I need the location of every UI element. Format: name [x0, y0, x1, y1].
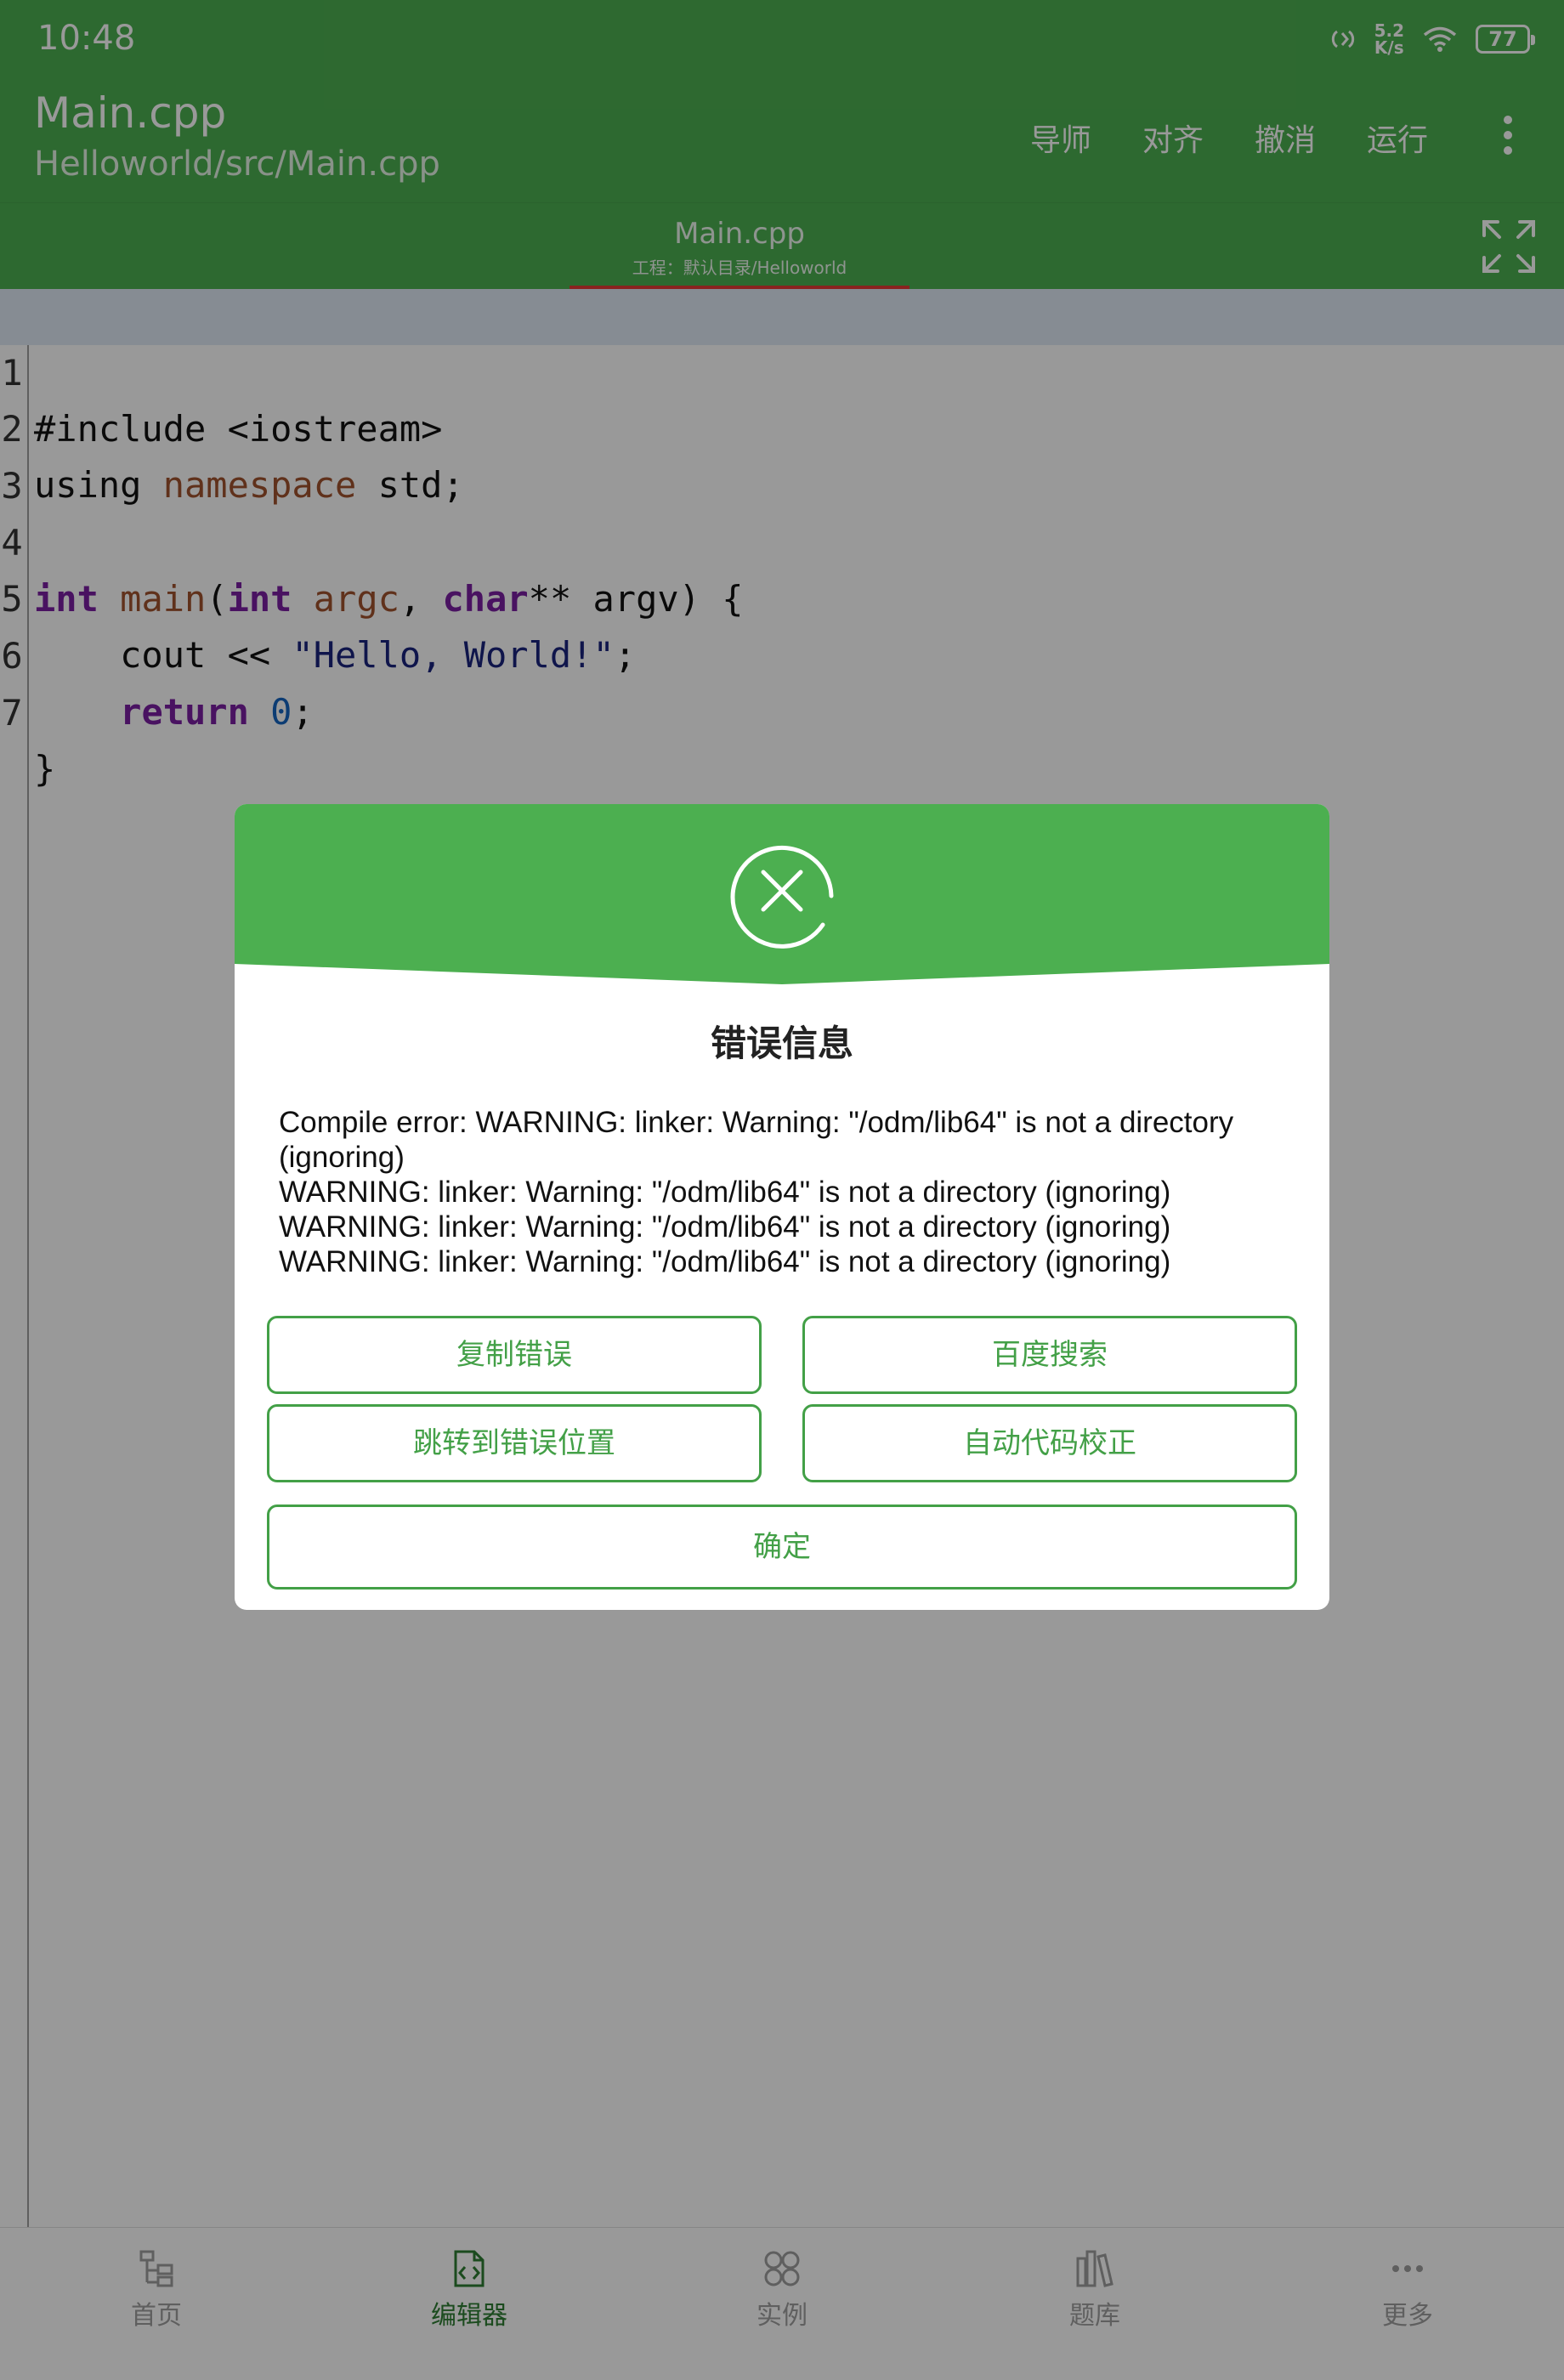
- dialog-title: 错误信息: [710, 1023, 853, 1064]
- ok-button[interactable]: 确定: [267, 1504, 1297, 1590]
- error-dialog: 错误信息 Compile error: WARNING: linker: War…: [235, 804, 1329, 1610]
- error-message: Compile error: WARNING: linker: Warning:…: [279, 1106, 1234, 1278]
- copy-error-button[interactable]: 复制错误: [267, 1316, 762, 1394]
- auto-correct-button[interactable]: 自动代码校正: [802, 1404, 1297, 1482]
- dialog-header: [235, 804, 1329, 984]
- jump-to-error-button[interactable]: 跳转到错误位置: [267, 1404, 762, 1482]
- baidu-search-button[interactable]: 百度搜索: [802, 1316, 1297, 1394]
